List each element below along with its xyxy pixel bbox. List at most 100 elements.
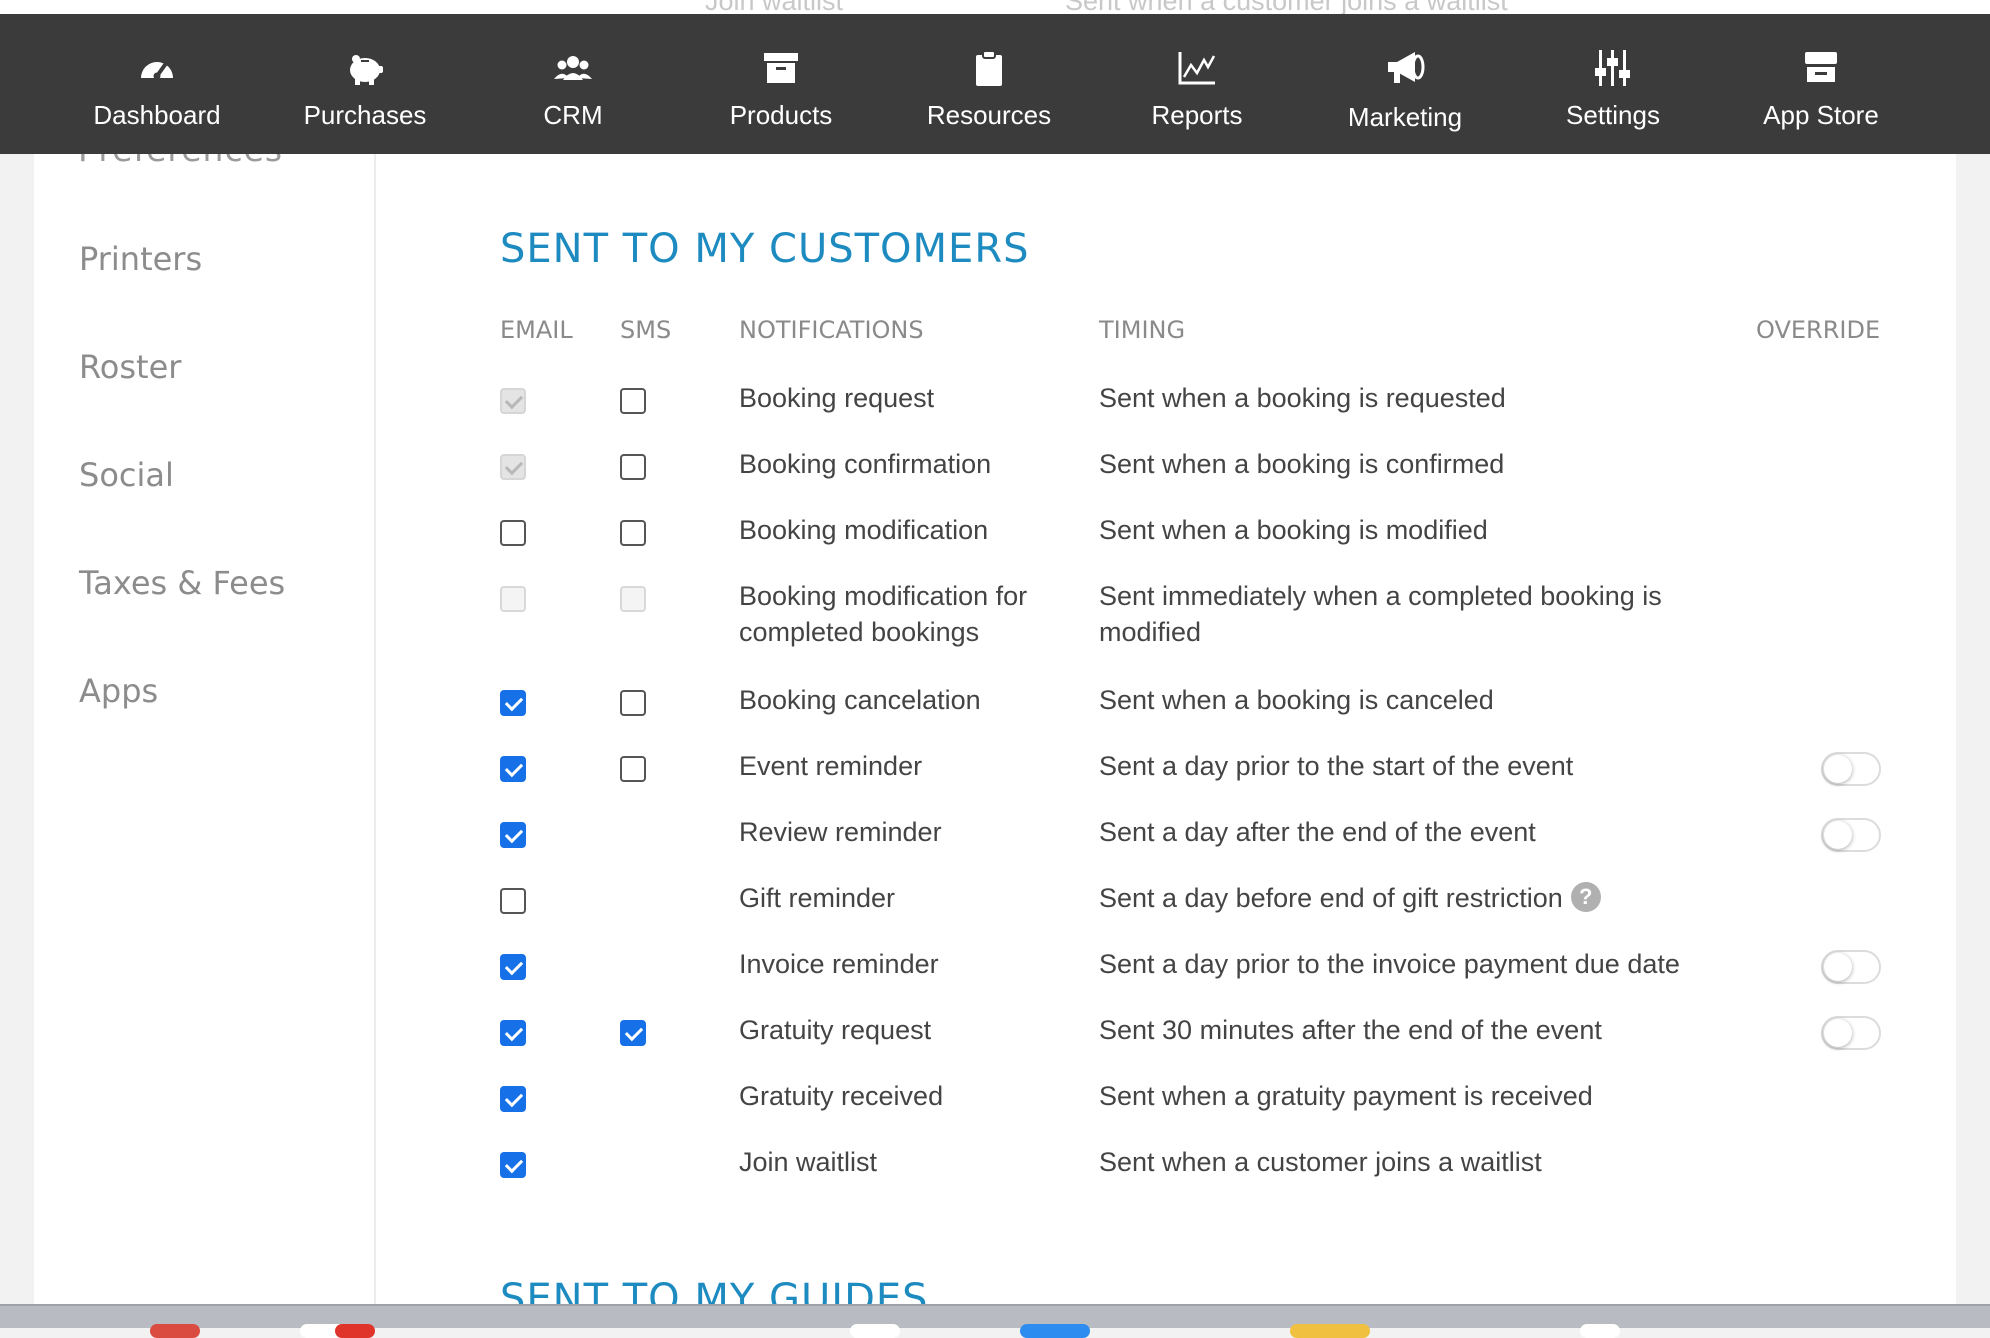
nav-label: CRM: [543, 100, 603, 130]
clipped-text: Join waitlist: [705, 0, 843, 14]
help-icon[interactable]: ?: [1570, 881, 1601, 912]
clipped-text: Sent when a customer joins a waitlist: [1065, 0, 1508, 14]
notification-timing: Sent a day after the end of the event: [1099, 814, 1719, 850]
table-row: Review reminder Sent a day after the end …: [376, 814, 1956, 874]
notification-timing: Sent when a booking is canceled: [1099, 682, 1719, 718]
timing-text: Sent when a booking is confirmed: [1099, 449, 1505, 479]
nav-label: App Store: [1763, 100, 1879, 130]
nav-label: Settings: [1566, 100, 1660, 130]
notification-name: Gratuity received: [739, 1081, 944, 1111]
nav-marketing[interactable]: Marketing: [1301, 14, 1509, 154]
content-panel: Preferences Printers Roster Social Taxes…: [34, 154, 1956, 1304]
table-row: Invoice reminder Sent a day prior to the …: [376, 946, 1956, 1006]
table-row: Join waitlist Sent when a customer joins …: [376, 1144, 1956, 1204]
nav-label: Reports: [1151, 100, 1243, 130]
dock-app[interactable]: [1580, 1324, 1620, 1338]
table-row: Booking request Sent when a booking is re…: [376, 380, 1956, 440]
section-title-guides: SENT TO MY GUIDES: [500, 1276, 929, 1304]
notification-timing: Sent when a gratuity payment is received: [1099, 1078, 1719, 1114]
timing-text: Sent a day prior to the invoice payment …: [1099, 949, 1680, 979]
sms-checkbox[interactable]: [620, 388, 646, 414]
timing-text: Sent a day after the end of the event: [1099, 817, 1536, 847]
line-chart-icon: [1177, 48, 1217, 88]
notification-name: Invoice reminder: [739, 949, 939, 979]
email-checkbox[interactable]: [500, 690, 526, 716]
override-toggle[interactable]: [1821, 1016, 1881, 1050]
table-row: Booking cancelation Sent when a booking i…: [376, 682, 1956, 742]
email-checkbox: [500, 454, 526, 480]
box-icon: [761, 48, 801, 88]
email-checkbox[interactable]: [500, 822, 526, 848]
nav-crm[interactable]: CRM: [469, 14, 677, 154]
timing-text: Sent when a booking is requested: [1099, 383, 1506, 413]
megaphone-icon: [1385, 48, 1425, 88]
table-row: Gift reminder Sent a day before end of gi…: [376, 880, 1956, 940]
timing-text: Sent when a customer joins a waitlist: [1099, 1147, 1542, 1177]
sidebar-item-social[interactable]: Social: [79, 456, 174, 494]
users-icon: [553, 48, 593, 88]
email-checkbox[interactable]: [500, 1086, 526, 1112]
sidebar-item-apps[interactable]: Apps: [79, 672, 158, 710]
sidebar-item-roster[interactable]: Roster: [79, 348, 181, 386]
timing-text: Sent when a booking is canceled: [1099, 685, 1494, 715]
nav-label: Products: [729, 100, 833, 130]
store-icon: [1801, 48, 1841, 88]
sidebar-item-preferences[interactable]: Preferences: [78, 154, 283, 169]
sms-checkbox[interactable]: [620, 454, 646, 480]
notification-timing: Sent a day prior to the start of the eve…: [1099, 748, 1719, 784]
notification-timing: Sent when a customer joins a waitlist: [1099, 1144, 1719, 1180]
email-checkbox[interactable]: [500, 1152, 526, 1178]
nav-label: Resources: [926, 100, 1052, 130]
dock-app[interactable]: [335, 1324, 375, 1338]
notification-name: Review reminder: [739, 817, 942, 847]
dock-app[interactable]: [1020, 1324, 1090, 1338]
notification-name: Booking request: [739, 383, 935, 413]
override-toggle[interactable]: [1821, 950, 1881, 984]
nav-purchases[interactable]: Purchases: [261, 14, 469, 154]
piggy-bank-icon: [345, 48, 385, 88]
nav-reports[interactable]: Reports: [1093, 14, 1301, 154]
email-checkbox: [500, 388, 526, 414]
override-toggle[interactable]: [1821, 752, 1881, 786]
notifications-main: SENT TO MY CUSTOMERS EMAIL SMS NOTIFICAT…: [376, 154, 1956, 1304]
dock-app[interactable]: [850, 1324, 900, 1338]
column-header-sms: SMS: [620, 316, 672, 344]
dock-edge: [0, 1304, 1990, 1338]
nav-label: Purchases: [303, 100, 427, 130]
override-toggle[interactable]: [1821, 818, 1881, 852]
email-checkbox[interactable]: [500, 1020, 526, 1046]
sliders-icon: [1593, 48, 1633, 88]
settings-sidebar: Preferences Printers Roster Social Taxes…: [34, 154, 376, 1304]
top-navbar: Dashboard Purchases CRM Products Resourc…: [0, 14, 1990, 154]
nav-label: Marketing: [1347, 102, 1463, 132]
email-checkbox[interactable]: [500, 888, 526, 914]
table-row: Booking modification for completed booki…: [376, 578, 1956, 647]
notification-name: Booking confirmation: [739, 449, 992, 479]
sms-checkbox[interactable]: [620, 1020, 646, 1046]
top-clipped-strip: Join waitlist Sent when a customer joins…: [0, 0, 1990, 14]
sms-checkbox[interactable]: [620, 756, 646, 782]
notification-name: Booking cancelation: [739, 685, 981, 715]
sidebar-item-printers[interactable]: Printers: [79, 240, 202, 278]
email-checkbox[interactable]: [500, 756, 526, 782]
nav-app-store[interactable]: App Store: [1717, 14, 1925, 154]
table-row: Booking modification Sent when a booking …: [376, 512, 1956, 572]
notification-name: Join waitlist: [739, 1147, 878, 1177]
nav-settings[interactable]: Settings: [1509, 14, 1717, 154]
notification-name: Booking modification for completed booki…: [739, 581, 1028, 647]
clipboard-icon: [969, 48, 1009, 88]
nav-products[interactable]: Products: [677, 14, 885, 154]
notification-name: Booking modification: [739, 515, 989, 545]
nav-resources[interactable]: Resources: [885, 14, 1093, 154]
sidebar-item-taxes-fees[interactable]: Taxes & Fees: [79, 564, 285, 602]
nav-dashboard[interactable]: Dashboard: [53, 14, 261, 154]
timing-text: Sent 30 minutes after the end of the eve…: [1099, 1015, 1602, 1045]
sms-checkbox: [620, 586, 646, 612]
notification-timing: Sent immediately when a completed bookin…: [1099, 578, 1719, 650]
sms-checkbox[interactable]: [620, 520, 646, 546]
dock-app[interactable]: [150, 1324, 200, 1338]
dock-app[interactable]: [1290, 1324, 1370, 1338]
email-checkbox[interactable]: [500, 954, 526, 980]
email-checkbox[interactable]: [500, 520, 526, 546]
sms-checkbox[interactable]: [620, 690, 646, 716]
